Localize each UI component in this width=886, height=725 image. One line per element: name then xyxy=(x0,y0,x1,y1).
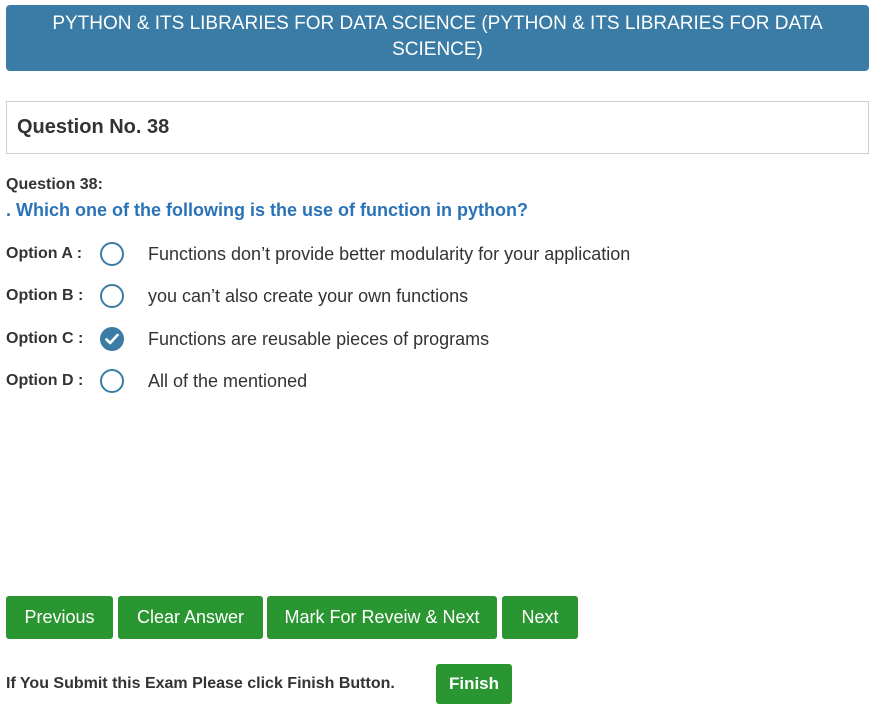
option-c-radio[interactable] xyxy=(100,327,124,351)
finish-button[interactable]: Finish xyxy=(436,664,512,704)
exam-title: PYTHON & ITS LIBRARIES FOR DATA SCIENCE … xyxy=(52,13,823,60)
option-d-text[interactable]: All of the mentioned xyxy=(148,371,307,392)
question-label: Question 38: xyxy=(6,176,103,193)
question-number-panel: Question No. 38 xyxy=(6,101,869,154)
option-d-row: Option D : All of the mentioned xyxy=(6,366,307,396)
question-number-title: Question No. 38 xyxy=(17,116,170,138)
question-text: . Which one of the following is the use … xyxy=(6,200,528,220)
option-b-text[interactable]: you can’t also create your own functions xyxy=(148,286,468,307)
exam-title-bar: PYTHON & ITS LIBRARIES FOR DATA SCIENCE … xyxy=(6,5,869,71)
option-c-row: Option C : Functions are reusable pieces… xyxy=(6,324,489,354)
option-c-text[interactable]: Functions are reusable pieces of program… xyxy=(148,329,489,350)
option-b-radio[interactable] xyxy=(100,284,124,308)
option-a-text[interactable]: Functions don’t provide better modularit… xyxy=(148,244,630,265)
option-a-label: Option A : xyxy=(6,245,83,262)
finish-instruction: If You Submit this Exam Please click Fin… xyxy=(6,675,395,692)
clear-answer-button[interactable]: Clear Answer xyxy=(118,596,263,639)
option-a-row: Option A : Functions don’t provide bette… xyxy=(6,239,630,269)
mark-review-next-button[interactable]: Mark For Reveiw & Next xyxy=(267,596,497,639)
checkmark-icon xyxy=(105,333,119,345)
next-button[interactable]: Next xyxy=(502,596,578,639)
option-d-radio[interactable] xyxy=(100,369,124,393)
option-b-row: Option B : you can’t also create your ow… xyxy=(6,281,468,311)
option-b-label: Option B : xyxy=(6,287,84,304)
option-d-label: Option D : xyxy=(6,372,84,389)
previous-button[interactable]: Previous xyxy=(6,596,113,639)
option-a-radio[interactable] xyxy=(100,242,124,266)
option-c-label: Option C : xyxy=(6,330,84,347)
